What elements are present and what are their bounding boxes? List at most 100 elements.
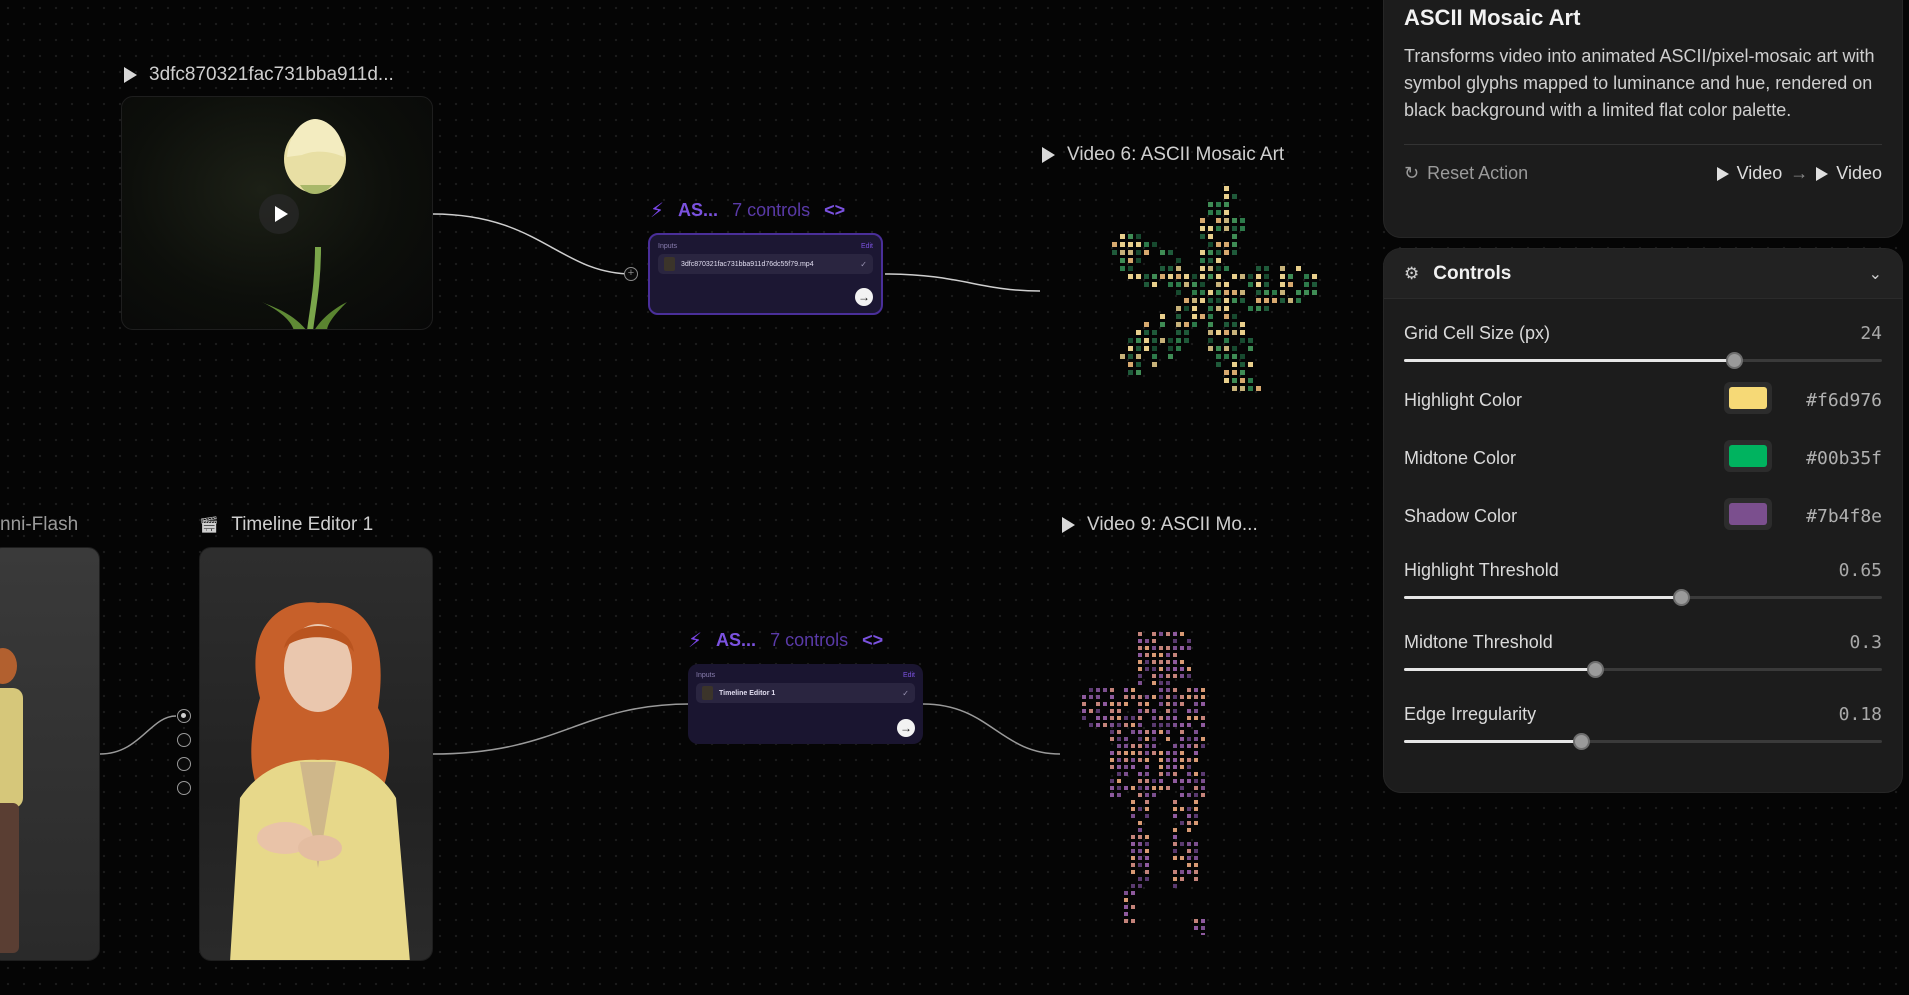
mosaic-cell: [1208, 242, 1213, 247]
mosaic-cell: [1296, 266, 1301, 271]
mosaic-cell: [1194, 800, 1198, 804]
slider-knob[interactable]: [1673, 589, 1691, 606]
output-port-4[interactable]: [177, 781, 191, 795]
mosaic-cell: [1240, 218, 1245, 223]
play-icon: [1042, 147, 1055, 163]
shadow-color-value[interactable]: #7b4f8e: [1806, 506, 1882, 527]
reset-action-button[interactable]: ↻ Reset Action: [1404, 163, 1528, 184]
mosaic-cell: [1131, 814, 1135, 818]
edit-link[interactable]: Edit: [903, 672, 915, 679]
code-icon[interactable]: <>: [824, 200, 845, 221]
mosaic-cell: [1138, 646, 1142, 650]
mosaic-cell: [1117, 793, 1121, 797]
slider-knob[interactable]: [1572, 733, 1590, 750]
mosaic-cell: [1131, 807, 1135, 811]
mosaic-cell: [1201, 919, 1205, 923]
output-port-1[interactable]: [177, 709, 191, 723]
mosaic-cell: [1136, 346, 1141, 351]
action-controls-count[interactable]: 7 controls: [770, 630, 848, 651]
action-card-2[interactable]: Inputs Edit Timeline Editor 1 ✓ →: [688, 664, 923, 744]
action-header-2[interactable]: ⚡ AS... 7 controls <>: [688, 628, 883, 653]
mosaic-cell: [1200, 250, 1205, 255]
slider-knob[interactable]: [1587, 661, 1605, 678]
edge-irregularity-slider[interactable]: [1404, 733, 1882, 750]
timeline-editor-title[interactable]: 🎬︎ Timeline Editor 1: [199, 514, 373, 536]
grid-cell-size-control: Grid Cell Size (px) 24: [1404, 323, 1882, 369]
action-header-1[interactable]: ⚡ AS... 7 controls <>: [650, 198, 845, 223]
mosaic-cell: [1138, 730, 1142, 734]
mosaic-cell: [1180, 751, 1184, 755]
add-input-port[interactable]: +: [624, 267, 638, 281]
mosaic-cell: [1089, 695, 1093, 699]
action-card-1[interactable]: Inputs Edit 3dfc870321fac731bba911d76dc5…: [648, 233, 883, 315]
mosaic-cell: [1112, 250, 1117, 255]
midtone-color-value[interactable]: #00b35f: [1806, 448, 1882, 469]
input-file-row[interactable]: 3dfc870321fac731bba911d76dc55f79.mp4 ✓: [658, 254, 873, 274]
midtone-color-swatch[interactable]: [1724, 440, 1772, 472]
mosaic-cell: [1159, 730, 1163, 734]
highlight-threshold-slider[interactable]: [1404, 589, 1882, 606]
video-9-title[interactable]: Video 9: ASCII Mo...: [1062, 514, 1258, 536]
mosaic-cell: [1117, 772, 1121, 776]
ascii-mosaic-person[interactable]: [1075, 625, 1245, 935]
mosaic-cell: [1180, 793, 1184, 797]
mosaic-cell: [1145, 737, 1149, 741]
input-file-row[interactable]: Timeline Editor 1 ✓: [696, 683, 915, 703]
slider-knob[interactable]: [1725, 352, 1743, 369]
midtone-threshold-slider[interactable]: [1404, 661, 1882, 678]
shadow-color-swatch[interactable]: [1724, 498, 1772, 530]
action-controls-count[interactable]: 7 controls: [732, 200, 810, 221]
highlight-color-value[interactable]: #f6d976: [1806, 390, 1882, 411]
mosaic-cell: [1159, 646, 1163, 650]
mosaic-cell: [1187, 674, 1191, 678]
mosaic-cell: [1152, 330, 1157, 335]
video-6-title[interactable]: Video 6: ASCII Mosaic Art: [1042, 144, 1284, 166]
mosaic-cell: [1232, 354, 1237, 359]
mosaic-cell: [1180, 779, 1184, 783]
source-video-card[interactable]: [121, 96, 433, 330]
controls-header[interactable]: ⚙︎ Controls ⌄: [1384, 249, 1902, 299]
mosaic-cell: [1166, 646, 1170, 650]
mosaic-cell: [1096, 702, 1100, 706]
omni-flash-title[interactable]: nni-Flash: [0, 514, 78, 536]
run-arrow-button[interactable]: →: [855, 288, 873, 306]
mosaic-cell: [1187, 639, 1191, 643]
io-type-indicator: Video → Video: [1716, 163, 1882, 184]
mosaic-cell: [1208, 258, 1213, 263]
ascii-mosaic-flower[interactable]: [1080, 170, 1330, 415]
mosaic-cell: [1128, 362, 1133, 367]
mosaic-cell: [1145, 835, 1149, 839]
mosaic-cell: [1194, 807, 1198, 811]
mosaic-cell: [1176, 330, 1181, 335]
mosaic-cell: [1128, 370, 1133, 375]
mosaic-cell: [1296, 290, 1301, 295]
mosaic-cell: [1110, 793, 1114, 797]
timeline-editor-video-card[interactable]: [199, 547, 433, 961]
input-file-name: 3dfc870321fac731bba911d76dc55f79.mp4: [681, 260, 814, 268]
highlight-color-swatch[interactable]: [1724, 382, 1772, 414]
run-arrow-button[interactable]: →: [897, 719, 915, 737]
grid-cell-size-slider[interactable]: [1404, 352, 1882, 369]
mosaic-cell: [1145, 751, 1149, 755]
source-video-title[interactable]: 3dfc870321fac731bba911d...: [124, 64, 394, 86]
omni-flash-video-card[interactable]: [0, 547, 100, 961]
mosaic-cell: [1180, 737, 1184, 741]
mosaic-cell: [1145, 863, 1149, 867]
play-icon: [1062, 517, 1075, 533]
mosaic-cell: [1187, 688, 1191, 692]
mosaic-cell: [1096, 709, 1100, 713]
mosaic-cell: [1194, 870, 1198, 874]
play-button[interactable]: [259, 194, 299, 234]
mosaic-cell: [1138, 702, 1142, 706]
mosaic-cell: [1194, 688, 1198, 692]
midtone-color-control: Midtone Color #00b35f: [1404, 440, 1882, 472]
output-port-3[interactable]: [177, 757, 191, 771]
chevron-down-icon[interactable]: ⌄: [1869, 264, 1882, 284]
mosaic-cell: [1131, 723, 1135, 727]
code-icon[interactable]: <>: [862, 630, 883, 651]
edit-link[interactable]: Edit: [861, 243, 873, 250]
mosaic-cell: [1152, 639, 1156, 643]
output-port-2[interactable]: [177, 733, 191, 747]
mosaic-cell: [1248, 386, 1253, 391]
mosaic-cell: [1187, 716, 1191, 720]
